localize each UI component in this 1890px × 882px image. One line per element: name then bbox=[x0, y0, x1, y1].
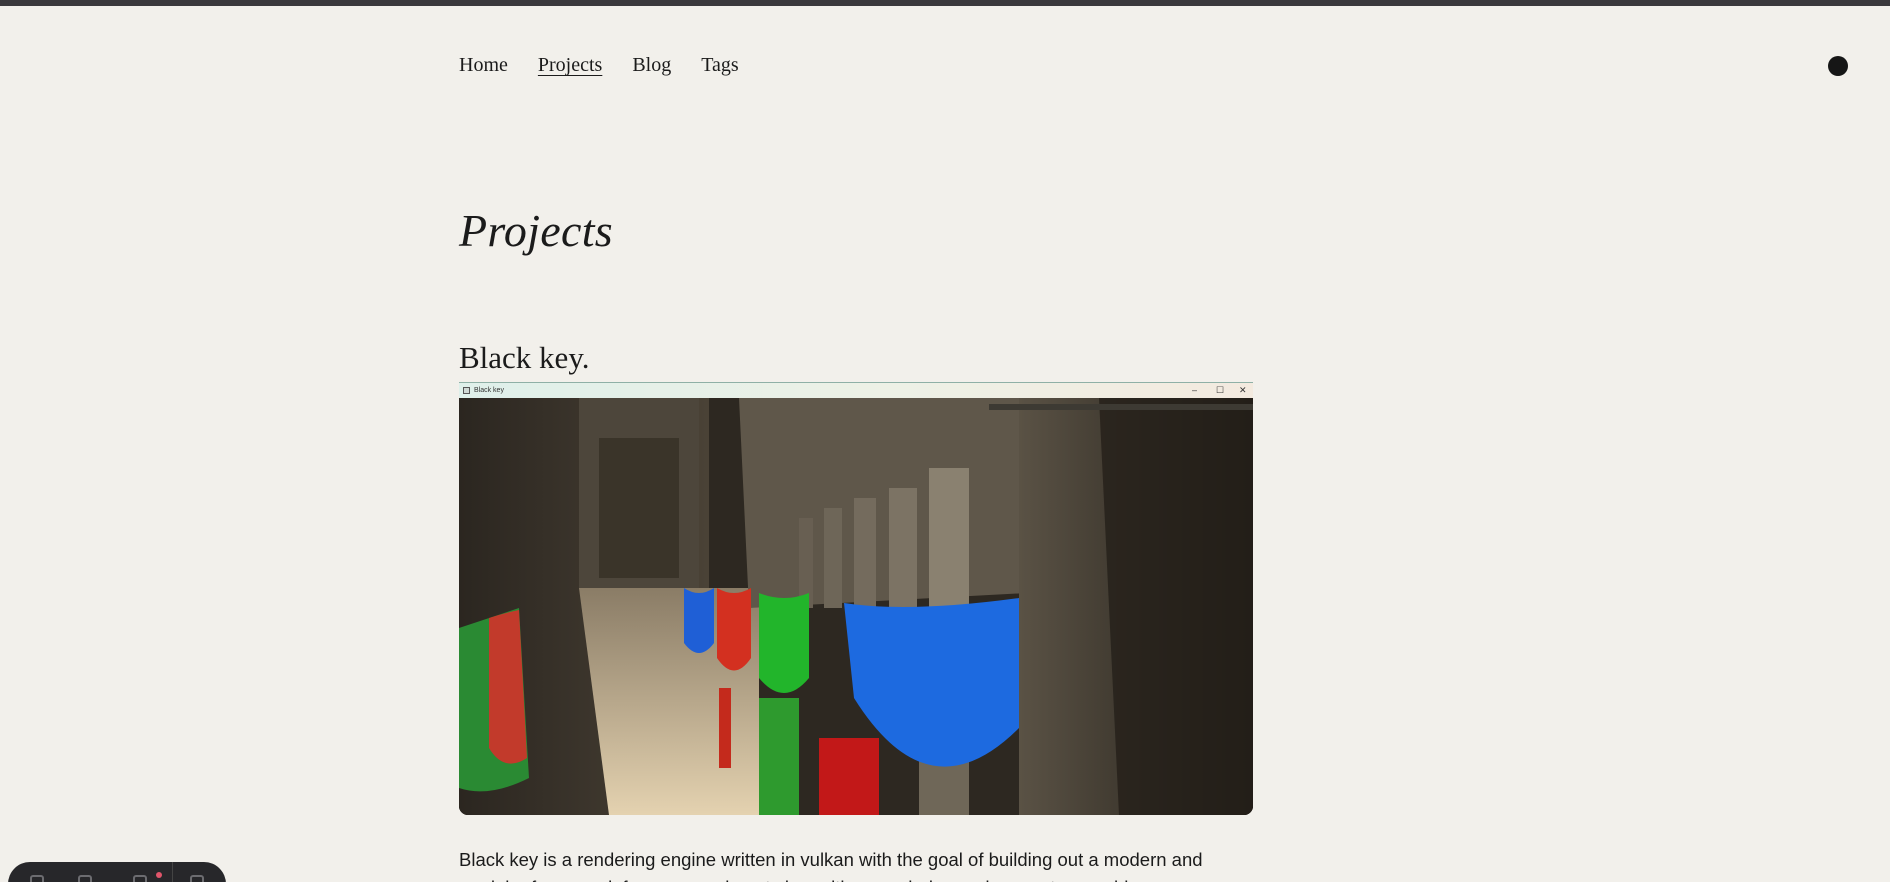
screenshot-window-title: Black key bbox=[474, 387, 504, 394]
dock-menu-icon[interactable] bbox=[133, 875, 147, 882]
sponza-render-image bbox=[459, 398, 1253, 815]
theme-toggle-dot-icon[interactable] bbox=[1828, 56, 1848, 76]
nav-projects[interactable]: Projects bbox=[538, 54, 602, 77]
notification-badge bbox=[156, 872, 162, 878]
main-nav: Home Projects Blog Tags bbox=[459, 54, 739, 77]
dock-app-icon[interactable] bbox=[30, 875, 44, 882]
dock-extension-icon[interactable] bbox=[190, 875, 204, 882]
project-title[interactable]: Black key. bbox=[459, 340, 590, 376]
taskbar-dock bbox=[8, 862, 226, 882]
app-window-icon bbox=[463, 387, 470, 394]
close-icon: ✕ bbox=[1239, 385, 1247, 395]
project-screenshot: Black key – ☐ ✕ bbox=[459, 382, 1253, 815]
dock-divider bbox=[172, 862, 173, 882]
nav-tags[interactable]: Tags bbox=[701, 54, 738, 77]
nav-blog[interactable]: Blog bbox=[632, 54, 671, 77]
nav-home[interactable]: Home bbox=[459, 54, 508, 77]
screenshot-window-titlebar: Black key – ☐ ✕ bbox=[459, 382, 1253, 398]
maximize-icon: ☐ bbox=[1216, 385, 1225, 395]
dock-settings-icon[interactable] bbox=[78, 875, 92, 882]
page-title: Projects bbox=[459, 205, 613, 256]
top-strip bbox=[0, 0, 1890, 6]
project-description: Black key is a rendering engine written … bbox=[459, 849, 1203, 882]
minimize-icon: – bbox=[1192, 385, 1198, 395]
